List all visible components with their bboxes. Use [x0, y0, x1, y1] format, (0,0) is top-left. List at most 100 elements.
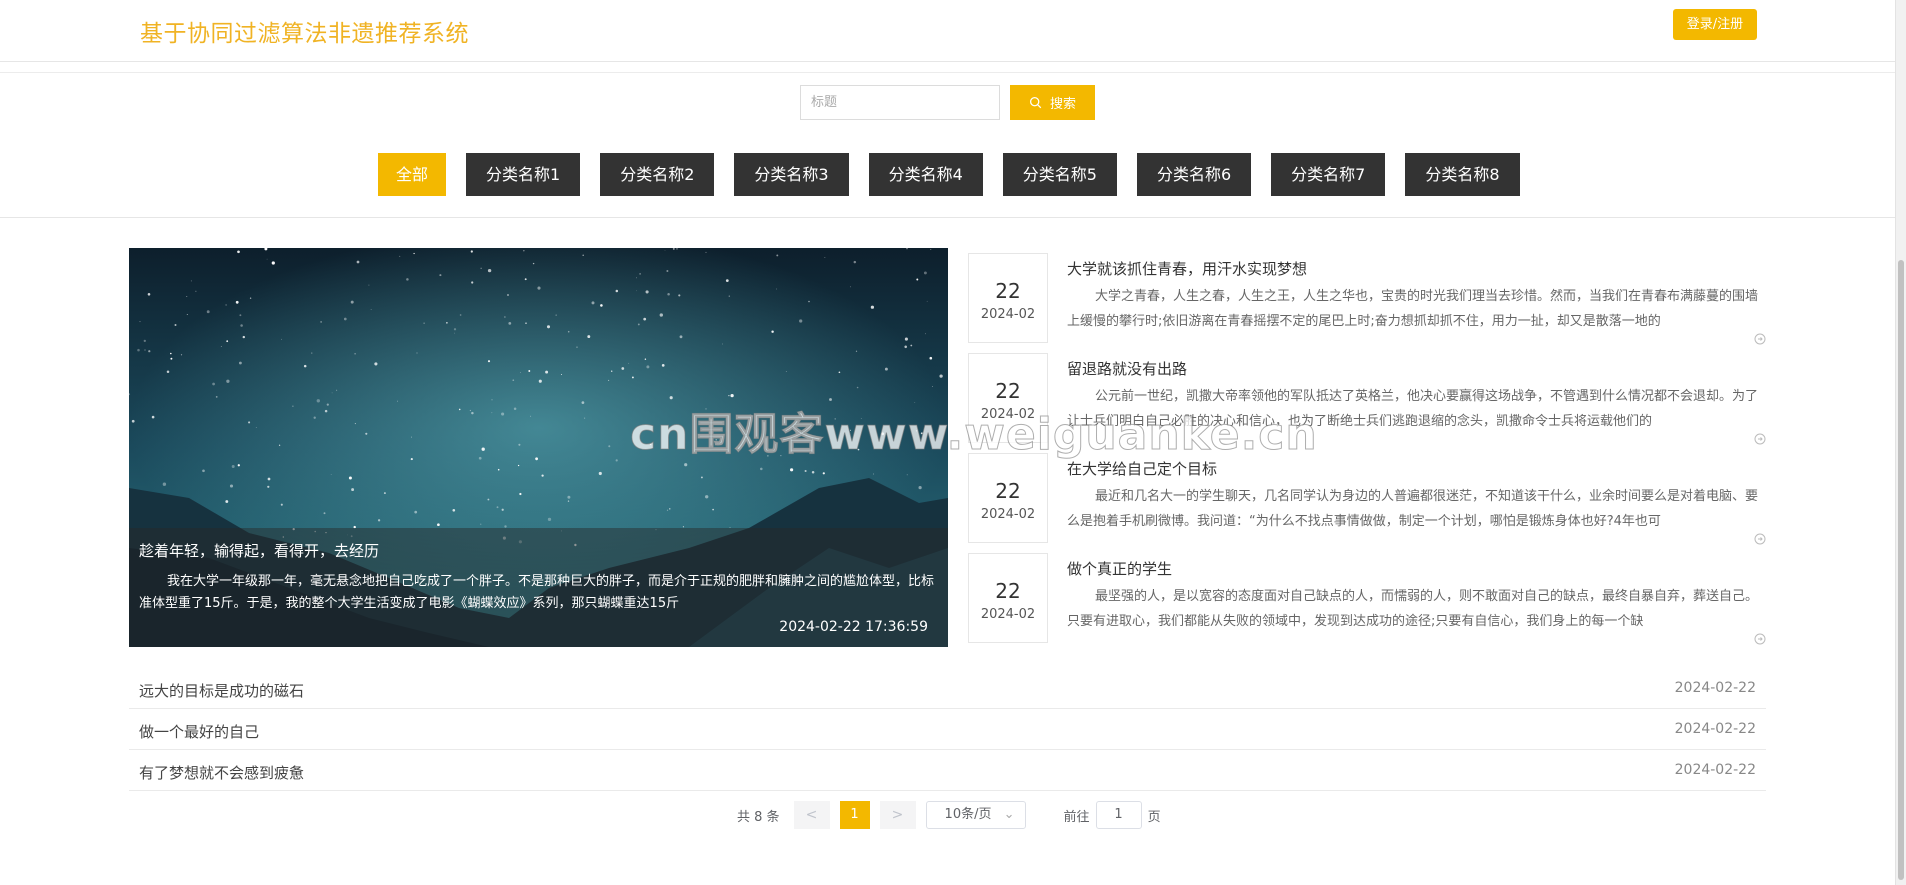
star: [311, 352, 313, 354]
category-tab-8[interactable]: 分类名称8: [1405, 153, 1520, 196]
star: [636, 277, 637, 279]
date-box: 22 2024-02: [968, 453, 1048, 543]
star: [416, 352, 418, 354]
site-title[interactable]: 基于协同过滤算法非遗推荐系统: [140, 14, 469, 48]
arrow-circle-icon[interactable]: [1754, 433, 1766, 445]
pagination: 共 8 条 < 1 > 10条/页 ⌄ 前往 1 页: [737, 801, 1161, 829]
news-title[interactable]: 做个真正的学生: [1067, 558, 1172, 579]
date-year-month: 2024-02: [980, 307, 1036, 322]
star: [439, 274, 442, 277]
star: [350, 300, 354, 304]
login-register-button[interactable]: 登录/注册: [1673, 9, 1757, 40]
star: [567, 330, 570, 333]
star: [497, 468, 500, 471]
list-item[interactable]: 远大的目标是成功的磁石 2024-02-22: [129, 668, 1766, 709]
star: [508, 322, 512, 325]
category-tab-3[interactable]: 分类名称3: [734, 153, 849, 196]
scrollbar-thumb[interactable]: [1898, 260, 1904, 880]
prev-page-button[interactable]: <: [793, 801, 830, 829]
news-item[interactable]: 22 2024-02 做个真正的学生 最坚强的人，是以宽容的态度面对自己缺点的人…: [968, 553, 1768, 653]
star: [771, 330, 774, 333]
news-title[interactable]: 大学就该抓住青春，用汗水实现梦想: [1067, 258, 1307, 279]
star: [226, 340, 229, 343]
star: [518, 443, 521, 446]
arrow-circle-icon[interactable]: [1754, 533, 1766, 545]
star: [330, 473, 332, 475]
star: [303, 364, 307, 368]
star: [639, 273, 641, 275]
star: [608, 445, 611, 448]
star: [519, 492, 522, 496]
list-item-date: 2024-02-22: [1674, 721, 1756, 737]
news-title[interactable]: 留退路就没有出路: [1067, 358, 1187, 379]
star: [410, 458, 413, 461]
star: [591, 301, 595, 305]
arrow-circle-icon[interactable]: [1754, 633, 1766, 645]
list-item-title[interactable]: 做一个最好的自己: [139, 721, 259, 742]
star: [292, 405, 294, 408]
star: [320, 321, 322, 323]
next-page-button[interactable]: >: [879, 801, 916, 829]
list-item[interactable]: 做一个最好的自己 2024-02-22: [129, 709, 1766, 750]
star: [538, 379, 542, 383]
search-input[interactable]: [800, 85, 1000, 120]
category-tab-5[interactable]: 分类名称5: [1002, 153, 1117, 196]
star: [501, 412, 505, 416]
star: [491, 412, 493, 414]
star: [615, 459, 618, 462]
goto-page-input[interactable]: 1: [1095, 801, 1142, 829]
list-item[interactable]: 有了梦想就不会感到疲惫 2024-02-22: [129, 750, 1766, 791]
news-description: 最近和几名大一的学生聊天，几名同学认为身边的人普遍都很迷茫，不知道该干什么，业余…: [1067, 489, 1759, 529]
page-size-select[interactable]: 10条/页 ⌄: [925, 801, 1026, 829]
star: [822, 472, 825, 475]
divider: [0, 217, 1895, 218]
news-item[interactable]: 22 2024-02 大学就该抓住青春，用汗水实现梦想 大学之青春，人生之春，人…: [968, 253, 1768, 353]
star: [206, 310, 210, 314]
star: [790, 468, 794, 472]
star: [186, 295, 188, 297]
search-button[interactable]: 搜索: [1010, 85, 1095, 120]
star: [180, 354, 183, 356]
star: [906, 474, 908, 476]
category-tab-6[interactable]: 分类名称6: [1136, 153, 1252, 196]
star: [242, 335, 245, 339]
category-tab-4[interactable]: 分类名称4: [868, 153, 983, 196]
star: [377, 519, 381, 522]
star: [374, 362, 378, 366]
star: [336, 389, 338, 391]
date-box: 22 2024-02: [968, 253, 1048, 343]
star: [838, 371, 841, 374]
star: [636, 290, 637, 292]
star: [139, 321, 141, 323]
category-tab-1[interactable]: 分类名称1: [466, 153, 581, 196]
star: [535, 457, 538, 461]
star: [370, 309, 372, 310]
star: [530, 415, 532, 417]
star: [646, 365, 650, 369]
star: [637, 323, 640, 326]
category-tab-all[interactable]: 全部: [378, 153, 447, 196]
star: [248, 421, 251, 424]
page-number-button[interactable]: 1: [839, 801, 870, 829]
star: [229, 484, 234, 488]
star: [853, 260, 857, 264]
star: [628, 362, 630, 364]
star: [383, 492, 386, 495]
arrow-circle-icon[interactable]: [1754, 333, 1766, 345]
star: [760, 467, 763, 471]
page-scrollbar[interactable]: [1895, 0, 1906, 885]
star: [267, 477, 271, 481]
list-item-date: 2024-02-22: [1674, 762, 1756, 778]
category-tab-2[interactable]: 分类名称2: [600, 153, 715, 196]
date-box: 22 2024-02: [968, 553, 1048, 643]
star: [220, 345, 222, 347]
star: [643, 317, 647, 321]
star: [459, 314, 462, 316]
list-item-title[interactable]: 远大的目标是成功的磁石: [139, 680, 304, 701]
news-item[interactable]: 22 2024-02 在大学给自己定个目标 最近和几名大一的学生聊天，几名同学认…: [968, 453, 1768, 553]
list-item-title[interactable]: 有了梦想就不会感到疲惫: [139, 762, 304, 783]
star: [271, 261, 275, 265]
star: [414, 510, 418, 514]
featured-title[interactable]: 趁着年轻，输得起，看得开，去经历: [139, 540, 938, 561]
category-tab-7[interactable]: 分类名称7: [1271, 153, 1386, 196]
